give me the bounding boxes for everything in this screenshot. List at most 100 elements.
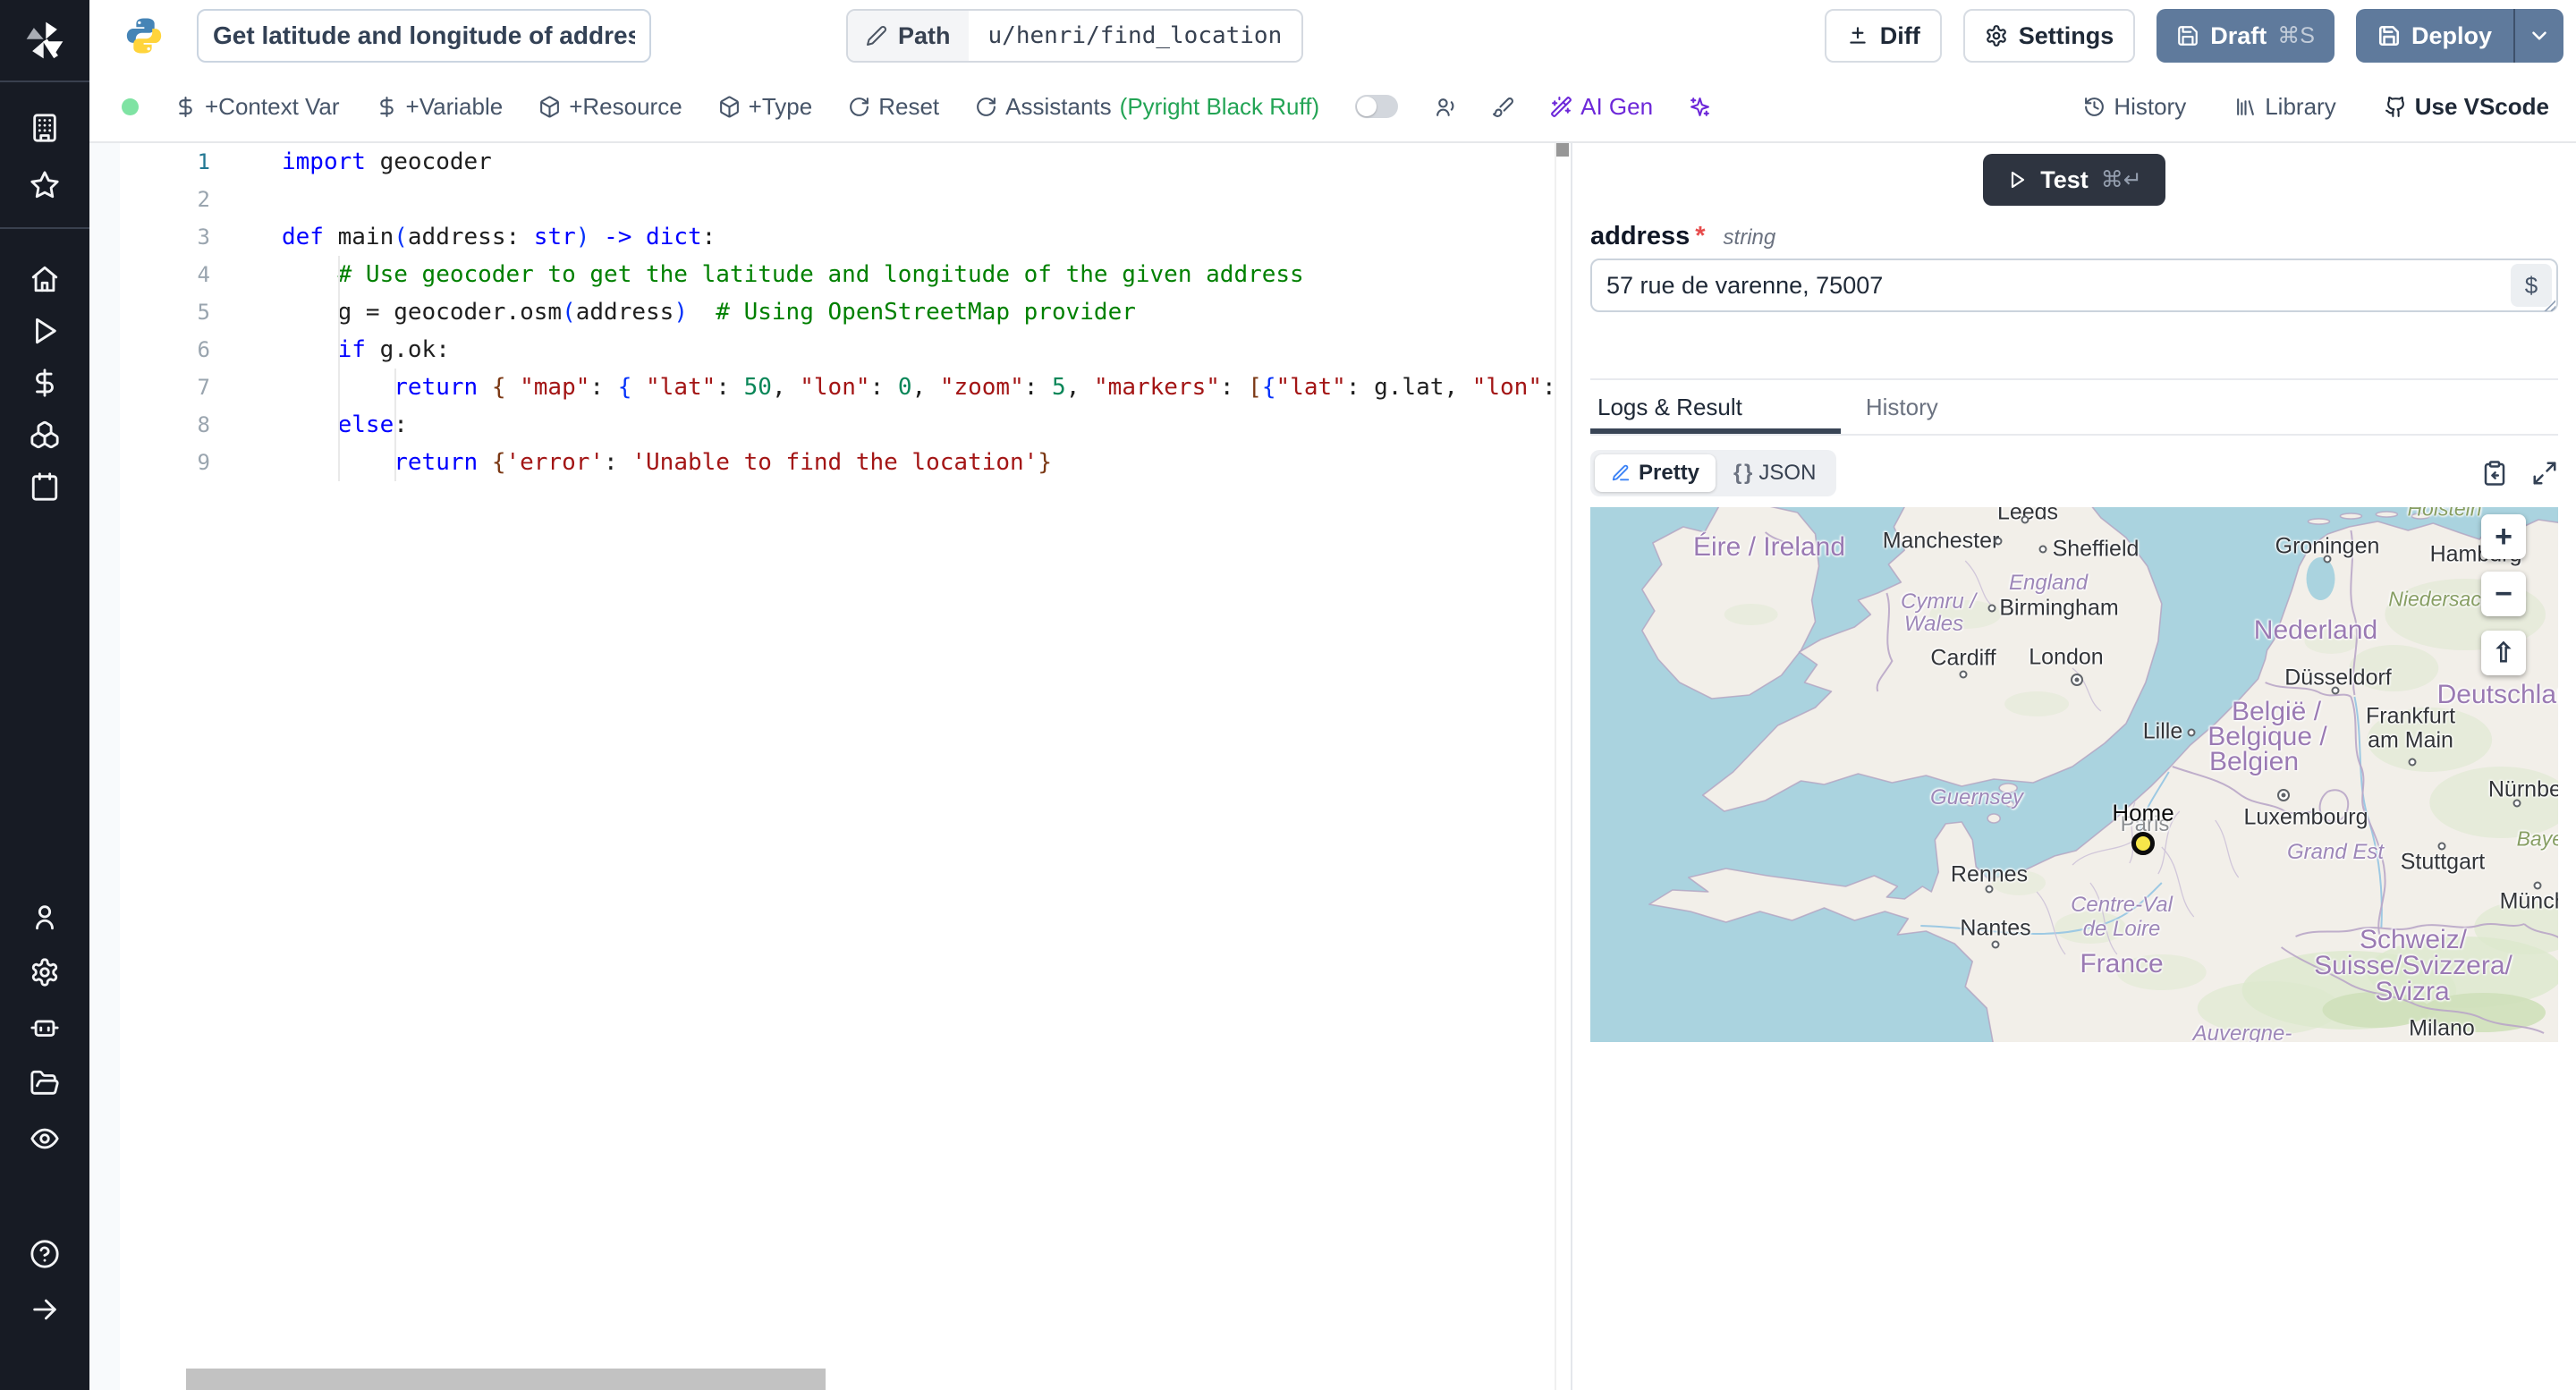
map-city-dot: [2331, 686, 2340, 695]
horizontal-scrollbar-thumb[interactable]: [186, 1369, 826, 1390]
home-marker[interactable]: [2131, 832, 2155, 855]
library-button[interactable]: Library: [2234, 93, 2336, 121]
map-city-dot: [2512, 799, 2521, 808]
history-button[interactable]: History: [2083, 93, 2186, 121]
help-icon: [30, 1240, 59, 1268]
pencil-icon: [867, 26, 887, 46]
arg-type: string: [1723, 225, 1776, 250]
map-zoom-out-button[interactable]: −: [2481, 572, 2526, 616]
sidebar-item-help[interactable]: [0, 1228, 89, 1280]
sparkles-icon: [1690, 97, 1709, 116]
resize-handle[interactable]: [2542, 298, 2555, 311]
sidebar-item-settings[interactable]: [0, 946, 89, 998]
sidebar-item-home[interactable]: [0, 253, 89, 305]
vertical-scrollbar[interactable]: [1555, 143, 1571, 1390]
assistants-button[interactable]: Assistants (Pyright Black Ruff): [975, 93, 1319, 121]
deploy-label: Deploy: [2411, 21, 2492, 49]
address-input[interactable]: [1590, 259, 2558, 312]
map-city-dot: [2533, 881, 2542, 890]
use-vscode-button[interactable]: Use VScode: [2385, 93, 2549, 121]
assistants-detail: (Pyright Black Ruff): [1119, 92, 1320, 120]
view-pretty-label: Pretty: [1639, 461, 1700, 485]
draft-shortcut: ⌘S: [2277, 23, 2315, 48]
sidebar-item-schedules[interactable]: [0, 461, 89, 513]
test-button[interactable]: Test ⌘↵: [1983, 154, 2165, 206]
test-shortcut: ⌘↵: [2100, 167, 2142, 192]
script-title-input[interactable]: [197, 9, 651, 63]
arg-name: address: [1590, 222, 1690, 250]
diff-button[interactable]: Diff: [1824, 9, 1942, 63]
sidebar-item-workspace[interactable]: [0, 102, 89, 154]
bot-icon: [30, 1020, 59, 1037]
add-resource-label: +Resource: [569, 92, 682, 120]
editor-toolbar: +Context Var +Variable +Resource +Type R…: [89, 72, 2576, 143]
eye-icon: [30, 1128, 59, 1149]
sidebar-item-runs[interactable]: [0, 305, 89, 357]
deploy-button[interactable]: Deploy: [2356, 9, 2513, 63]
settings-label: Settings: [2018, 21, 2114, 49]
view-pretty-button[interactable]: Pretty: [1595, 454, 1716, 492]
run-panel: Test ⌘↵ address * string $ Logs & Result: [1571, 143, 2576, 1390]
ai-suggest-button[interactable]: [1689, 96, 1711, 118]
copy-result-icon[interactable]: [2481, 460, 2508, 487]
vertical-scrollbar-thumb[interactable]: [1556, 143, 1569, 157]
github-icon: [2385, 96, 2404, 117]
map-zoom-in-button[interactable]: +: [2481, 514, 2526, 559]
map-city-dot: [1959, 670, 1968, 679]
play-icon: [2012, 171, 2025, 189]
sidebar-item-workers[interactable]: [0, 1002, 89, 1054]
map-city-dot: [2323, 555, 2332, 564]
save-icon: [2178, 26, 2199, 46]
code-line: return {'error': 'Unable to find the loc…: [394, 449, 1052, 476]
package-icon: [719, 96, 739, 117]
sidebar-item-variables[interactable]: [0, 357, 89, 409]
tab-logs-result[interactable]: Logs & Result: [1590, 380, 1841, 434]
wand-icon: [1551, 96, 1572, 117]
expand-icon[interactable]: [2531, 460, 2558, 487]
sidebar-collapse[interactable]: [0, 1284, 89, 1335]
sidebar-divider: [0, 227, 89, 229]
view-json-button[interactable]: { } JSON: [1717, 454, 1832, 492]
assistant-toggle[interactable]: [1355, 95, 1399, 118]
sidebar-item-folders[interactable]: [0, 1057, 89, 1109]
dollar-icon: [379, 96, 394, 117]
sidebar-item-favorites[interactable]: [0, 159, 89, 211]
dollar-icon: [179, 96, 192, 117]
history-icon: [2085, 97, 2105, 116]
code-editor[interactable]: 123456789 import geocoder def main(addres…: [89, 143, 1571, 1390]
sidebar-item-users[interactable]: [0, 891, 89, 943]
toggle-knob: [1357, 97, 1377, 116]
sidebar-item-resources[interactable]: [0, 409, 89, 461]
format-button[interactable]: [1492, 96, 1514, 118]
result-map[interactable]: LeedsManchesterSheffieldBirminghamLondon…: [1590, 507, 2558, 1042]
draft-label: Draft: [2210, 21, 2267, 49]
chevron-down-icon: [2532, 31, 2546, 40]
add-type-button[interactable]: +Type: [718, 93, 812, 121]
map-locate-button[interactable]: ⇧: [2481, 631, 2526, 675]
code-line: g = geocoder.osm(address) # Using OpenSt…: [282, 299, 1136, 326]
brush-icon: [1493, 97, 1514, 117]
ai-gen-button[interactable]: AI Gen: [1550, 93, 1653, 121]
deploy-dropdown-button[interactable]: [2513, 9, 2563, 63]
code-line: else:: [337, 411, 408, 438]
deploy-button-group: Deploy: [2355, 9, 2563, 63]
status-dot: [122, 97, 139, 115]
history-label: History: [2114, 92, 2187, 120]
arrow-right-icon: [33, 1299, 56, 1320]
topbar: Path u/henri/find_location Diff Settings…: [89, 0, 2576, 72]
path-chip[interactable]: Path u/henri/find_location: [846, 9, 1304, 63]
draft-button[interactable]: Draft ⌘S: [2157, 9, 2334, 63]
app-sidebar: [0, 0, 89, 1390]
add-resource-button[interactable]: +Resource: [538, 93, 682, 121]
code-area[interactable]: import geocoder def main(address: str) ->…: [89, 143, 1555, 1367]
sidebar-item-audit[interactable]: [0, 1113, 89, 1165]
add-context-var-button[interactable]: +Context Var: [174, 93, 340, 121]
tab-history[interactable]: History: [1841, 380, 1963, 434]
add-variable-button[interactable]: +Variable: [376, 93, 503, 121]
braces-icon: { }: [1733, 461, 1752, 485]
settings-button[interactable]: Settings: [1962, 9, 2136, 63]
path-value: u/henri/find_location: [968, 11, 1302, 61]
windmill-logo[interactable]: [0, 0, 89, 82]
reset-button[interactable]: Reset: [848, 93, 939, 121]
multiplayer-button[interactable]: [1434, 96, 1456, 118]
